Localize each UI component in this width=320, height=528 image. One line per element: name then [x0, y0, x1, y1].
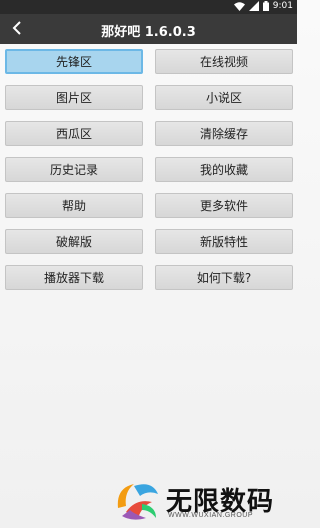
- menu-grid: 先锋区 在线视频 图片区 小说区 西瓜区 清除缓存 历史记录 我的收藏 帮助 更…: [5, 49, 294, 290]
- watermark-logo-icon: [117, 484, 158, 520]
- page-title: 那好吧 1.6.0.3: [101, 25, 196, 40]
- menu-button-player-download[interactable]: 播放器下载: [5, 265, 143, 290]
- signal-icon: [248, 1, 259, 11]
- status-bar: 9:01: [0, 0, 297, 14]
- menu-button-online-video[interactable]: 在线视频: [155, 49, 293, 74]
- menu-button-more-apps[interactable]: 更多软件: [155, 193, 293, 218]
- watermark: 无限数码 WWW.WUXIAN.GROUP: [112, 478, 292, 526]
- menu-button-clear-cache[interactable]: 清除缓存: [155, 121, 293, 146]
- battery-icon: [262, 1, 269, 11]
- menu-button-cracked[interactable]: 破解版: [5, 229, 143, 254]
- title-bar: 那好吧 1.6.0.3: [0, 14, 297, 44]
- menu-button-favorites[interactable]: 我的收藏: [155, 157, 293, 182]
- menu-button-pictures[interactable]: 图片区: [5, 85, 143, 110]
- menu-button-xianfeng[interactable]: 先锋区: [5, 49, 143, 74]
- watermark-url: WWW.WUXIAN.GROUP: [168, 512, 253, 519]
- menu-button-history[interactable]: 历史记录: [5, 157, 143, 182]
- menu-button-new-features[interactable]: 新版特性: [155, 229, 293, 254]
- menu-button-how-to-download[interactable]: 如何下载?: [155, 265, 293, 290]
- menu-button-novels[interactable]: 小说区: [155, 85, 293, 110]
- menu-button-help[interactable]: 帮助: [5, 193, 143, 218]
- menu-button-xigua[interactable]: 西瓜区: [5, 121, 143, 146]
- status-time: 9:01: [272, 1, 293, 11]
- wifi-icon: [233, 1, 245, 11]
